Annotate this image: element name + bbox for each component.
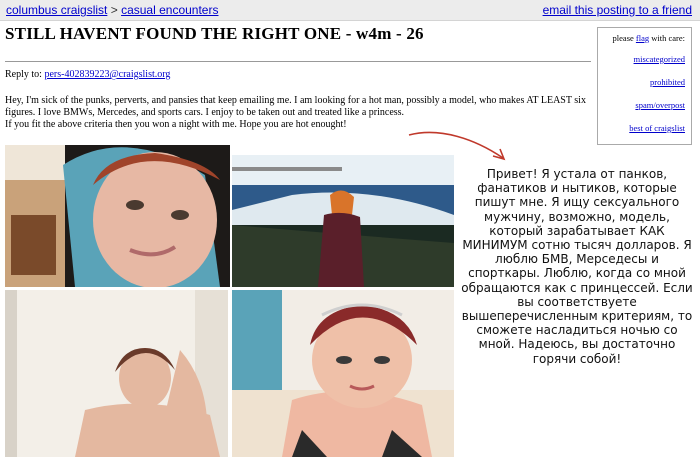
photo-bathroom-selfie — [5, 290, 228, 457]
reply-to-line: Reply to: pers-402839223@craigslist.org — [5, 69, 170, 80]
flag-link[interactable]: flag — [636, 33, 649, 43]
flag-miscategorized-link[interactable]: miscategorized — [598, 54, 685, 64]
flag-box: please flag with care: miscategorized pr… — [597, 27, 692, 145]
breadcrumb-category-link[interactable]: casual encounters — [121, 3, 218, 17]
breadcrumb-site-link[interactable]: columbus craigslist — [6, 3, 107, 17]
top-bar: columbus craigslist > casual encounters … — [0, 0, 700, 21]
breadcrumb-separator: > — [110, 3, 118, 17]
photo-beach — [232, 155, 454, 287]
photo-tiara-selfie — [232, 290, 454, 457]
flag-prohibited-link[interactable]: prohibited — [598, 77, 685, 87]
flag-box-suffix: with care: — [651, 33, 685, 43]
russian-translation-text: Привет! Я устала от панков, фанатиков и … — [461, 167, 693, 366]
post-title: STILL HAVENT FOUND THE RIGHT ONE - w4m -… — [5, 24, 424, 43]
flag-box-prefix: please — [612, 33, 634, 43]
reply-email-link[interactable]: pers-402839223@craigslist.org — [44, 69, 170, 80]
photo-selfie-closeup — [5, 145, 230, 287]
flag-spam-link[interactable]: spam/overpost — [598, 100, 685, 110]
reply-to-label: Reply to: — [5, 69, 42, 80]
breadcrumb: columbus craigslist > casual encounters — [6, 3, 218, 17]
email-to-friend-link[interactable]: email this posting to a friend — [543, 3, 692, 17]
post-body-paragraph: Hey, I'm sick of the punks, perverts, an… — [5, 95, 586, 118]
flag-box-header: please flag with care: — [598, 33, 685, 43]
flag-best-of-link[interactable]: best of craigslist — [598, 123, 685, 133]
title-divider — [5, 61, 591, 62]
